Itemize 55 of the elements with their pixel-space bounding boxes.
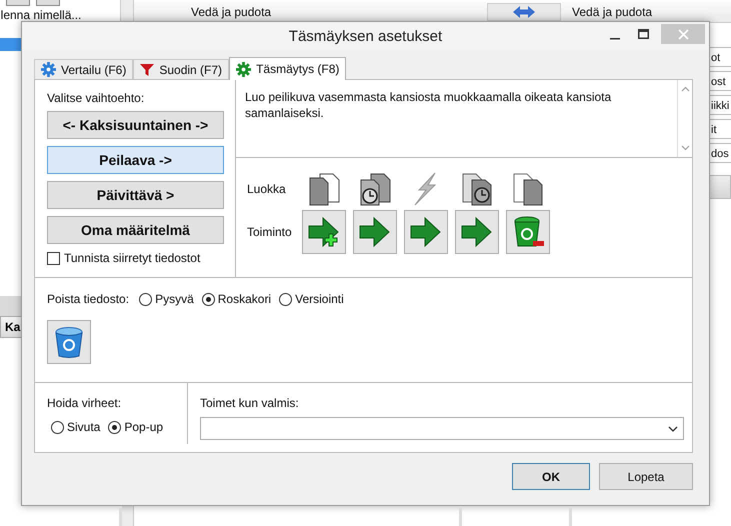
toolbar-label: llenna nimellä... xyxy=(0,7,82,24)
drop-label: Vedä ja pudota xyxy=(572,5,652,19)
description-text: Luo peilikuva vasemmasta kansiosta muokkaamalla oikeata kansiota samanlaiseksi. xyxy=(244,89,612,122)
tab[interactable]: Vertailu (F6) xyxy=(34,59,134,79)
tab[interactable]: Suodin (F7) xyxy=(133,59,230,79)
minimize-icon xyxy=(610,38,620,40)
file-clock-icon xyxy=(460,172,494,206)
radio-button[interactable]: Versiointi xyxy=(279,292,344,306)
recycle-bin-icon xyxy=(54,326,84,358)
recycle-bin-button[interactable] xyxy=(47,320,91,364)
variant-button[interactable]: Päivittävä > xyxy=(47,181,224,209)
swap-icon xyxy=(513,6,535,18)
file-clock-icon xyxy=(358,172,392,206)
action-button[interactable] xyxy=(302,210,346,254)
action-button[interactable] xyxy=(404,210,448,254)
toolbar-button[interactable] xyxy=(36,0,60,6)
action-button[interactable] xyxy=(506,210,550,254)
errors-label: Hoida virheet: xyxy=(47,396,122,410)
radio-button[interactable]: Roskakori xyxy=(202,292,272,306)
tab[interactable]: Täsmäytys (F8) xyxy=(229,57,346,80)
variant-button[interactable]: Peilaava -> xyxy=(47,146,224,174)
dialog-button[interactable]: Lopeta xyxy=(599,463,693,490)
maximize-icon xyxy=(638,29,648,39)
window-title: Täsmäyksen asetukset xyxy=(288,28,442,45)
file-pair-icon xyxy=(307,172,341,206)
checkbox[interactable]: Tunnista siirretyt tiedostot xyxy=(47,251,200,265)
radio-button[interactable]: Pop-up xyxy=(108,420,164,434)
close-icon xyxy=(678,28,688,40)
variant-label: Valitse vaihtoehto: xyxy=(47,91,146,105)
gear-icon xyxy=(236,62,252,76)
toolbar-button[interactable] xyxy=(6,0,30,6)
radio-button[interactable]: Pysyvä xyxy=(139,292,194,306)
dialog-button[interactable]: OK xyxy=(512,463,590,490)
scroll-up-icon xyxy=(680,86,690,92)
scrollbar[interactable] xyxy=(677,80,692,157)
arrow-plus-icon xyxy=(307,215,341,249)
drop-label: Vedä ja pudota xyxy=(191,5,272,19)
category-label: Luokka xyxy=(247,182,287,196)
swap-button[interactable] xyxy=(487,3,561,21)
radio-button[interactable]: Sivuta xyxy=(51,420,100,434)
delete-label: Poista tiedosto: xyxy=(47,292,130,306)
file-pair-icon xyxy=(511,172,545,206)
variant-button[interactable]: <- Kaksisuuntainen -> xyxy=(47,111,224,139)
arrow-right-icon xyxy=(409,215,443,249)
action-button[interactable] xyxy=(455,210,499,254)
post-sync-label: Toimet kun valmis: xyxy=(200,396,300,410)
arrow-right-icon xyxy=(358,215,392,249)
action-button[interactable] xyxy=(353,210,397,254)
funnel-icon xyxy=(140,62,154,76)
variant-button[interactable]: Oma määritelmä xyxy=(47,216,224,244)
action-label: Toiminto xyxy=(247,225,293,239)
scroll-down-icon xyxy=(680,145,690,151)
arrow-right-icon xyxy=(460,215,494,249)
gear-icon xyxy=(41,62,56,77)
dropdown-icon xyxy=(668,426,678,432)
